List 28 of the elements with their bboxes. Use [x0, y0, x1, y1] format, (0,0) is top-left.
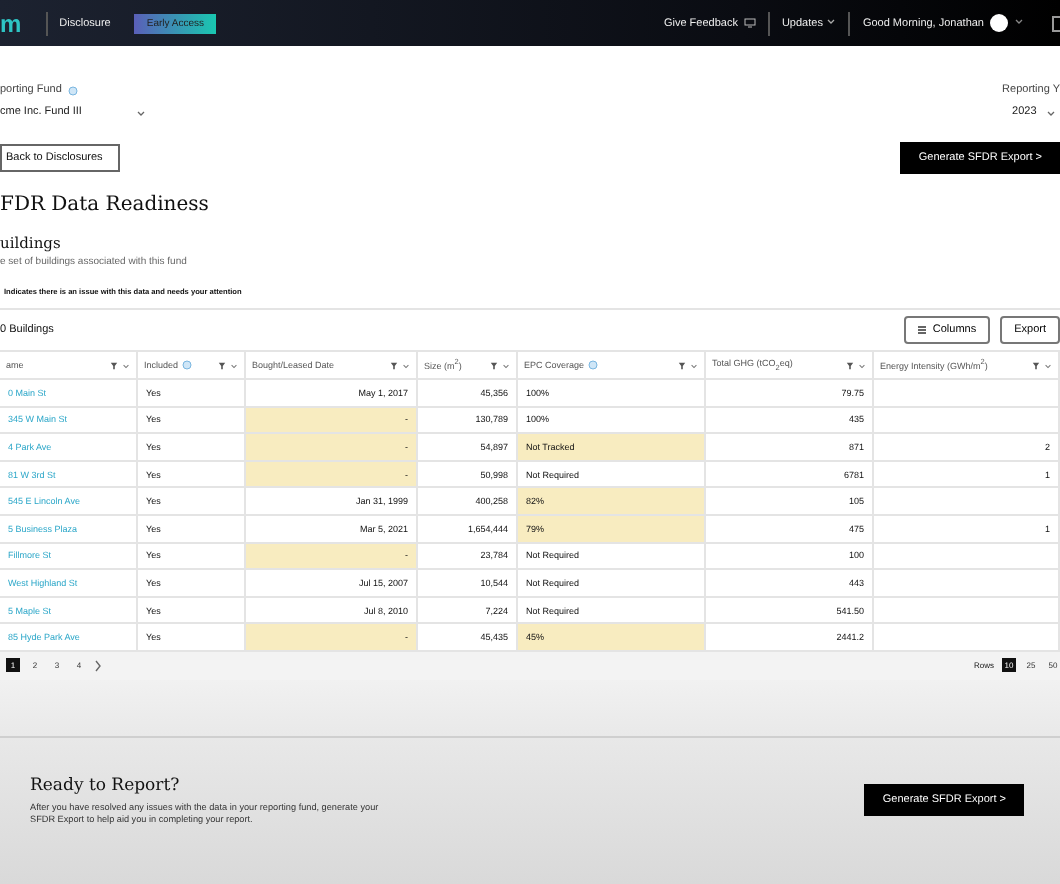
chevron-down-icon	[1046, 107, 1057, 117]
chevron-down-icon	[502, 361, 510, 369]
info-icon	[588, 360, 599, 370]
filter-icon[interactable]	[390, 361, 398, 369]
chevron-down-icon	[1014, 16, 1024, 26]
filter-icon[interactable]	[490, 361, 498, 369]
chevron-down-icon	[1044, 361, 1052, 369]
filter-icon[interactable]	[218, 361, 226, 369]
logo[interactable]: m	[0, 11, 22, 35]
columns-icon	[918, 326, 927, 334]
filter-icon[interactable]	[846, 361, 854, 369]
chevron-down-icon	[135, 107, 146, 117]
chevron-down-icon	[690, 361, 698, 369]
info-icon	[67, 85, 78, 95]
filter-icon[interactable]	[678, 361, 686, 369]
footer-title: Ready to Report?	[30, 775, 182, 796]
filter-icon[interactable]	[110, 361, 118, 369]
chevron-down-icon	[122, 361, 130, 369]
chevron-down-icon	[230, 361, 238, 369]
avatar-icon[interactable]	[990, 14, 1008, 32]
chevron-down-icon	[402, 361, 410, 369]
chevron-down-icon	[858, 361, 866, 369]
next-page-icon[interactable]	[94, 659, 102, 672]
monitor-icon	[743, 18, 756, 28]
chevron-down-icon	[826, 16, 837, 26]
filter-icon[interactable]	[1032, 361, 1040, 369]
page-title: FDR Data Readiness	[0, 194, 211, 216]
info-icon	[182, 360, 193, 370]
